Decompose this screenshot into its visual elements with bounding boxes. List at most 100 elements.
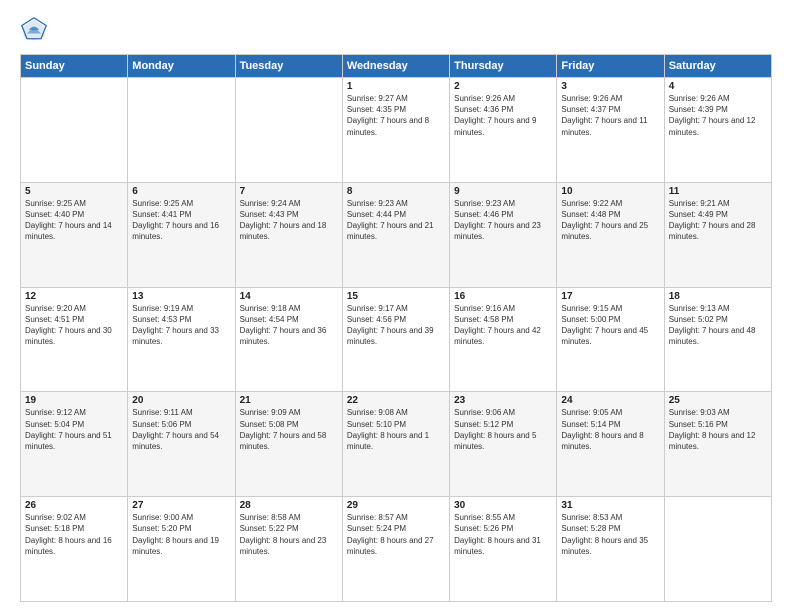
day-number: 27	[132, 500, 230, 511]
day-number: 21	[240, 395, 338, 406]
day-info: Sunrise: 9:22 AM Sunset: 4:48 PM Dayligh…	[561, 198, 659, 243]
calendar-cell: 23Sunrise: 9:06 AM Sunset: 5:12 PM Dayli…	[450, 392, 557, 497]
day-number: 15	[347, 291, 445, 302]
day-info: Sunrise: 9:20 AM Sunset: 4:51 PM Dayligh…	[25, 303, 123, 348]
calendar-cell: 5Sunrise: 9:25 AM Sunset: 4:40 PM Daylig…	[21, 182, 128, 287]
day-number: 2	[454, 81, 552, 92]
calendar-cell: 24Sunrise: 9:05 AM Sunset: 5:14 PM Dayli…	[557, 392, 664, 497]
calendar-cell: 31Sunrise: 8:53 AM Sunset: 5:28 PM Dayli…	[557, 497, 664, 602]
day-info: Sunrise: 9:09 AM Sunset: 5:08 PM Dayligh…	[240, 407, 338, 452]
day-number: 10	[561, 186, 659, 197]
calendar-day-header: Thursday	[450, 55, 557, 78]
logo	[20, 16, 52, 44]
calendar-cell: 14Sunrise: 9:18 AM Sunset: 4:54 PM Dayli…	[235, 287, 342, 392]
day-info: Sunrise: 8:58 AM Sunset: 5:22 PM Dayligh…	[240, 512, 338, 557]
day-number: 13	[132, 291, 230, 302]
calendar-cell: 6Sunrise: 9:25 AM Sunset: 4:41 PM Daylig…	[128, 182, 235, 287]
calendar-cell: 25Sunrise: 9:03 AM Sunset: 5:16 PM Dayli…	[664, 392, 771, 497]
day-info: Sunrise: 9:26 AM Sunset: 4:36 PM Dayligh…	[454, 93, 552, 138]
day-info: Sunrise: 9:24 AM Sunset: 4:43 PM Dayligh…	[240, 198, 338, 243]
calendar-day-header: Friday	[557, 55, 664, 78]
day-info: Sunrise: 9:05 AM Sunset: 5:14 PM Dayligh…	[561, 407, 659, 452]
day-number: 16	[454, 291, 552, 302]
day-number: 28	[240, 500, 338, 511]
calendar-cell	[21, 78, 128, 183]
day-number: 1	[347, 81, 445, 92]
day-info: Sunrise: 9:17 AM Sunset: 4:56 PM Dayligh…	[347, 303, 445, 348]
calendar-cell: 20Sunrise: 9:11 AM Sunset: 5:06 PM Dayli…	[128, 392, 235, 497]
day-info: Sunrise: 9:23 AM Sunset: 4:46 PM Dayligh…	[454, 198, 552, 243]
calendar-week-row: 26Sunrise: 9:02 AM Sunset: 5:18 PM Dayli…	[21, 497, 772, 602]
day-number: 4	[669, 81, 767, 92]
day-info: Sunrise: 8:53 AM Sunset: 5:28 PM Dayligh…	[561, 512, 659, 557]
day-number: 5	[25, 186, 123, 197]
calendar-cell	[235, 78, 342, 183]
calendar-day-header: Saturday	[664, 55, 771, 78]
calendar-week-row: 12Sunrise: 9:20 AM Sunset: 4:51 PM Dayli…	[21, 287, 772, 392]
day-info: Sunrise: 9:19 AM Sunset: 4:53 PM Dayligh…	[132, 303, 230, 348]
calendar-day-header: Sunday	[21, 55, 128, 78]
day-info: Sunrise: 9:15 AM Sunset: 5:00 PM Dayligh…	[561, 303, 659, 348]
calendar-cell: 12Sunrise: 9:20 AM Sunset: 4:51 PM Dayli…	[21, 287, 128, 392]
day-info: Sunrise: 9:21 AM Sunset: 4:49 PM Dayligh…	[669, 198, 767, 243]
day-info: Sunrise: 9:18 AM Sunset: 4:54 PM Dayligh…	[240, 303, 338, 348]
day-number: 22	[347, 395, 445, 406]
calendar-cell: 29Sunrise: 8:57 AM Sunset: 5:24 PM Dayli…	[342, 497, 449, 602]
calendar-cell: 17Sunrise: 9:15 AM Sunset: 5:00 PM Dayli…	[557, 287, 664, 392]
calendar-cell: 1Sunrise: 9:27 AM Sunset: 4:35 PM Daylig…	[342, 78, 449, 183]
calendar-cell: 4Sunrise: 9:26 AM Sunset: 4:39 PM Daylig…	[664, 78, 771, 183]
logo-icon	[20, 16, 48, 44]
day-number: 6	[132, 186, 230, 197]
day-info: Sunrise: 9:16 AM Sunset: 4:58 PM Dayligh…	[454, 303, 552, 348]
calendar-cell: 27Sunrise: 9:00 AM Sunset: 5:20 PM Dayli…	[128, 497, 235, 602]
calendar-cell: 2Sunrise: 9:26 AM Sunset: 4:36 PM Daylig…	[450, 78, 557, 183]
day-number: 17	[561, 291, 659, 302]
day-number: 7	[240, 186, 338, 197]
calendar-cell: 26Sunrise: 9:02 AM Sunset: 5:18 PM Dayli…	[21, 497, 128, 602]
calendar-cell: 7Sunrise: 9:24 AM Sunset: 4:43 PM Daylig…	[235, 182, 342, 287]
day-info: Sunrise: 9:25 AM Sunset: 4:41 PM Dayligh…	[132, 198, 230, 243]
day-number: 18	[669, 291, 767, 302]
day-number: 26	[25, 500, 123, 511]
day-number: 3	[561, 81, 659, 92]
day-number: 25	[669, 395, 767, 406]
day-number: 8	[347, 186, 445, 197]
day-number: 14	[240, 291, 338, 302]
calendar-cell: 9Sunrise: 9:23 AM Sunset: 4:46 PM Daylig…	[450, 182, 557, 287]
day-number: 30	[454, 500, 552, 511]
day-number: 19	[25, 395, 123, 406]
calendar-cell: 3Sunrise: 9:26 AM Sunset: 4:37 PM Daylig…	[557, 78, 664, 183]
day-info: Sunrise: 9:26 AM Sunset: 4:37 PM Dayligh…	[561, 93, 659, 138]
calendar-cell	[128, 78, 235, 183]
day-info: Sunrise: 9:25 AM Sunset: 4:40 PM Dayligh…	[25, 198, 123, 243]
calendar-cell: 15Sunrise: 9:17 AM Sunset: 4:56 PM Dayli…	[342, 287, 449, 392]
calendar-cell: 30Sunrise: 8:55 AM Sunset: 5:26 PM Dayli…	[450, 497, 557, 602]
day-info: Sunrise: 9:11 AM Sunset: 5:06 PM Dayligh…	[132, 407, 230, 452]
calendar-week-row: 5Sunrise: 9:25 AM Sunset: 4:40 PM Daylig…	[21, 182, 772, 287]
calendar-cell: 21Sunrise: 9:09 AM Sunset: 5:08 PM Dayli…	[235, 392, 342, 497]
calendar-cell: 22Sunrise: 9:08 AM Sunset: 5:10 PM Dayli…	[342, 392, 449, 497]
day-number: 11	[669, 186, 767, 197]
calendar-cell: 11Sunrise: 9:21 AM Sunset: 4:49 PM Dayli…	[664, 182, 771, 287]
day-info: Sunrise: 9:08 AM Sunset: 5:10 PM Dayligh…	[347, 407, 445, 452]
calendar-week-row: 1Sunrise: 9:27 AM Sunset: 4:35 PM Daylig…	[21, 78, 772, 183]
day-info: Sunrise: 8:55 AM Sunset: 5:26 PM Dayligh…	[454, 512, 552, 557]
day-info: Sunrise: 9:12 AM Sunset: 5:04 PM Dayligh…	[25, 407, 123, 452]
calendar-table: SundayMondayTuesdayWednesdayThursdayFrid…	[20, 54, 772, 602]
header	[20, 16, 772, 44]
calendar-cell: 28Sunrise: 8:58 AM Sunset: 5:22 PM Dayli…	[235, 497, 342, 602]
day-info: Sunrise: 9:13 AM Sunset: 5:02 PM Dayligh…	[669, 303, 767, 348]
day-number: 20	[132, 395, 230, 406]
day-info: Sunrise: 9:02 AM Sunset: 5:18 PM Dayligh…	[25, 512, 123, 557]
calendar-cell: 16Sunrise: 9:16 AM Sunset: 4:58 PM Dayli…	[450, 287, 557, 392]
day-info: Sunrise: 8:57 AM Sunset: 5:24 PM Dayligh…	[347, 512, 445, 557]
calendar-cell: 18Sunrise: 9:13 AM Sunset: 5:02 PM Dayli…	[664, 287, 771, 392]
day-info: Sunrise: 9:06 AM Sunset: 5:12 PM Dayligh…	[454, 407, 552, 452]
calendar-header-row: SundayMondayTuesdayWednesdayThursdayFrid…	[21, 55, 772, 78]
day-info: Sunrise: 9:03 AM Sunset: 5:16 PM Dayligh…	[669, 407, 767, 452]
calendar-week-row: 19Sunrise: 9:12 AM Sunset: 5:04 PM Dayli…	[21, 392, 772, 497]
calendar-cell: 19Sunrise: 9:12 AM Sunset: 5:04 PM Dayli…	[21, 392, 128, 497]
calendar-cell: 8Sunrise: 9:23 AM Sunset: 4:44 PM Daylig…	[342, 182, 449, 287]
calendar-cell: 13Sunrise: 9:19 AM Sunset: 4:53 PM Dayli…	[128, 287, 235, 392]
day-info: Sunrise: 9:26 AM Sunset: 4:39 PM Dayligh…	[669, 93, 767, 138]
